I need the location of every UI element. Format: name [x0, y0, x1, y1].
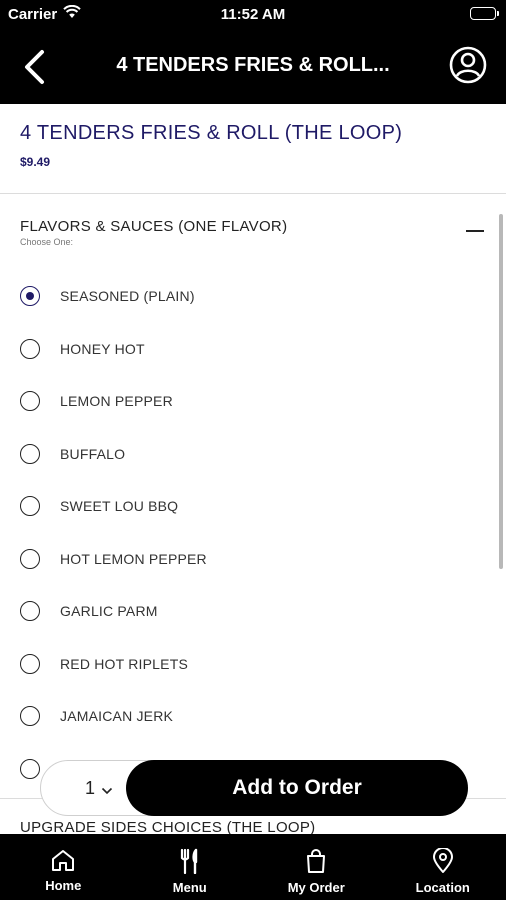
- radio-icon[interactable]: [20, 391, 40, 412]
- radio-icon[interactable]: [20, 601, 40, 622]
- flavor-option[interactable]: LEMON PEPPER: [0, 375, 506, 428]
- flavor-option[interactable]: GARLIC PARM: [0, 585, 506, 638]
- flavor-option[interactable]: SWEET LOU BBQ: [0, 480, 506, 533]
- option-label: JAMAICAN JERK: [60, 708, 174, 725]
- flavor-options-list: SEASONED (PLAIN) HONEY HOT LEMON PEPPER …: [0, 270, 506, 795]
- option-label: SEASONED (PLAIN): [60, 288, 195, 305]
- tab-label: Menu: [172, 880, 207, 895]
- item-title: 4 TENDERS FRIES & ROLL (THE LOOP): [20, 122, 403, 144]
- option-label: RED HOT RIPLETS: [60, 655, 188, 672]
- location-pin-icon: [432, 848, 453, 873]
- tab-menu[interactable]: Menu: [127, 834, 254, 900]
- option-label: LEMON PEPPER: [60, 393, 173, 410]
- group-subtitle: Choose One:: [20, 237, 74, 247]
- flavor-option[interactable]: SEASONED (PLAIN): [0, 270, 506, 323]
- flavor-option[interactable]: HONEY HOT: [0, 323, 506, 376]
- radio-icon[interactable]: [20, 653, 40, 674]
- status-bar: Carrier 11:52 AM: [0, 0, 506, 30]
- group-title: FLAVORS & SAUCES (ONE FLAVOR): [20, 218, 288, 235]
- next-group-title[interactable]: UPGRADE SIDES CHOICES (THE LOOP): [20, 819, 315, 834]
- flavor-option[interactable]: RED HOT RIPLETS: [0, 638, 506, 691]
- flavor-option[interactable]: HOT LEMON PEPPER: [0, 533, 506, 586]
- radio-icon[interactable]: [20, 758, 40, 779]
- tab-bar: Home Menu My Order Location: [0, 834, 506, 900]
- quantity-value: 1: [84, 777, 95, 798]
- page-title: 4 TENDERS FRIES & ROLL...: [116, 54, 390, 76]
- option-label: HOT LEMON PEPPER: [60, 550, 207, 567]
- scrollbar[interactable]: [499, 214, 503, 569]
- modifier-group-header[interactable]: FLAVORS & SAUCES (ONE FLAVOR) Choose One…: [0, 194, 506, 270]
- shopping-bag-icon: [307, 849, 326, 873]
- tab-location[interactable]: Location: [380, 834, 506, 900]
- option-label: SWEET LOU BBQ: [60, 498, 179, 515]
- option-label: BUFFALO: [60, 445, 126, 462]
- item-header: 4 TENDERS FRIES & ROLL (THE LOOP) $9.49: [0, 104, 506, 194]
- flavor-option[interactable]: BUFFALO: [0, 428, 506, 481]
- item-detail: 4 TENDERS FRIES & ROLL (THE LOOP) $9.49 …: [0, 104, 506, 834]
- collapse-minus-icon[interactable]: [466, 224, 484, 238]
- clock: 11:52 AM: [220, 6, 286, 23]
- tab-label: Home: [45, 878, 82, 893]
- tab-my-order[interactable]: My Order: [253, 834, 380, 900]
- radio-selected-icon[interactable]: [20, 286, 40, 307]
- nav-bar: 4 TENDERS FRIES & ROLL...: [0, 30, 506, 104]
- tab-home[interactable]: Home: [0, 834, 127, 900]
- add-to-order-bar: 1 Add to Order: [40, 760, 468, 816]
- profile-icon[interactable]: [448, 45, 488, 85]
- add-to-order-button[interactable]: Add to Order: [126, 760, 468, 816]
- flavor-option[interactable]: JAMAICAN JERK: [0, 690, 506, 743]
- radio-icon[interactable]: [20, 706, 40, 727]
- radio-icon[interactable]: [20, 443, 40, 464]
- option-label: GARLIC PARM: [60, 603, 158, 620]
- radio-icon[interactable]: [20, 496, 40, 517]
- item-price: $9.49: [20, 155, 51, 169]
- battery-icon: [470, 7, 499, 20]
- back-chevron-icon[interactable]: [18, 48, 52, 86]
- home-icon: [52, 850, 75, 871]
- option-label: HONEY HOT: [60, 340, 145, 357]
- tab-label: Location: [415, 880, 470, 895]
- chevron-down-icon: [101, 783, 113, 795]
- fork-knife-icon: [180, 848, 197, 874]
- radio-icon[interactable]: [20, 548, 40, 569]
- radio-icon[interactable]: [20, 338, 40, 359]
- tab-label: My Order: [287, 880, 345, 895]
